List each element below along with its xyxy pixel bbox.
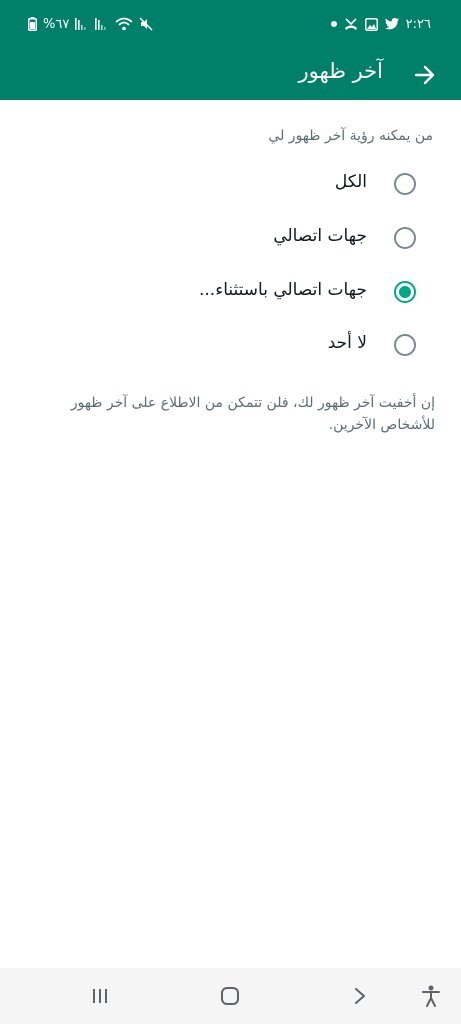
- option-label: جهات اتصالي: [273, 226, 367, 246]
- arrow-right-icon: [414, 65, 435, 85]
- notification-dot-icon: [330, 21, 337, 27]
- home-icon: [221, 987, 239, 1005]
- option-nobody[interactable]: لا أحد: [0, 320, 461, 370]
- recents-button[interactable]: [86, 982, 114, 1010]
- option-label: لا أحد: [327, 333, 367, 353]
- home-button[interactable]: [216, 982, 244, 1010]
- header: %٦٧ ٢:٢٦ آخر ظهور: [0, 0, 461, 100]
- footnote: إن أخفيت آخر ظهور لك، فلن تتمكن من الاطل…: [70, 395, 435, 433]
- signal-icon: [95, 18, 109, 30]
- option-label: الكل: [334, 172, 367, 192]
- back-chevron-icon: [355, 988, 365, 1004]
- status-icons-left: %٦٧: [28, 14, 153, 34]
- option-my-contacts-except[interactable]: جهات اتصالي باستثناء...: [0, 267, 461, 317]
- option-my-contacts[interactable]: جهات اتصالي: [0, 213, 461, 263]
- signal-icon: [75, 18, 89, 30]
- twitter-icon: [384, 18, 399, 30]
- status-bar: %٦٧ ٢:٢٦: [0, 0, 461, 50]
- option-label: جهات اتصالي باستثناء...: [199, 280, 367, 300]
- back-button[interactable]: [407, 57, 443, 93]
- status-icons-right: ٢:٢٦: [330, 14, 431, 34]
- radio-button-checked[interactable]: [394, 281, 416, 303]
- gallery-icon: [364, 17, 378, 31]
- radio-button[interactable]: [394, 227, 416, 249]
- clock: ٢:٢٦: [405, 16, 431, 32]
- mute-icon: [139, 17, 153, 31]
- recents-icon: [93, 989, 107, 1003]
- system-back-button[interactable]: [346, 982, 374, 1010]
- radio-button[interactable]: [394, 173, 416, 195]
- navigation-bar: [0, 968, 461, 1024]
- radio-button[interactable]: [394, 334, 416, 356]
- battery-icon: [28, 17, 37, 31]
- wifi-icon: [115, 17, 133, 31]
- page-title: آخر ظهور: [298, 59, 383, 83]
- accessibility-button[interactable]: [417, 982, 445, 1010]
- screen: %٦٧ ٢:٢٦ آخر ظهور من يمكنه رؤية آخر ظهور…: [0, 0, 461, 1024]
- battery-percent: %٦٧: [43, 16, 70, 32]
- accessibility-icon: [422, 985, 440, 1007]
- app-bar: آخر ظهور: [0, 50, 461, 100]
- missed-call-icon: [344, 17, 358, 31]
- option-everyone[interactable]: الكل: [0, 159, 461, 209]
- section-label: من يمكنه رؤية آخر ظهور لي: [268, 128, 433, 144]
